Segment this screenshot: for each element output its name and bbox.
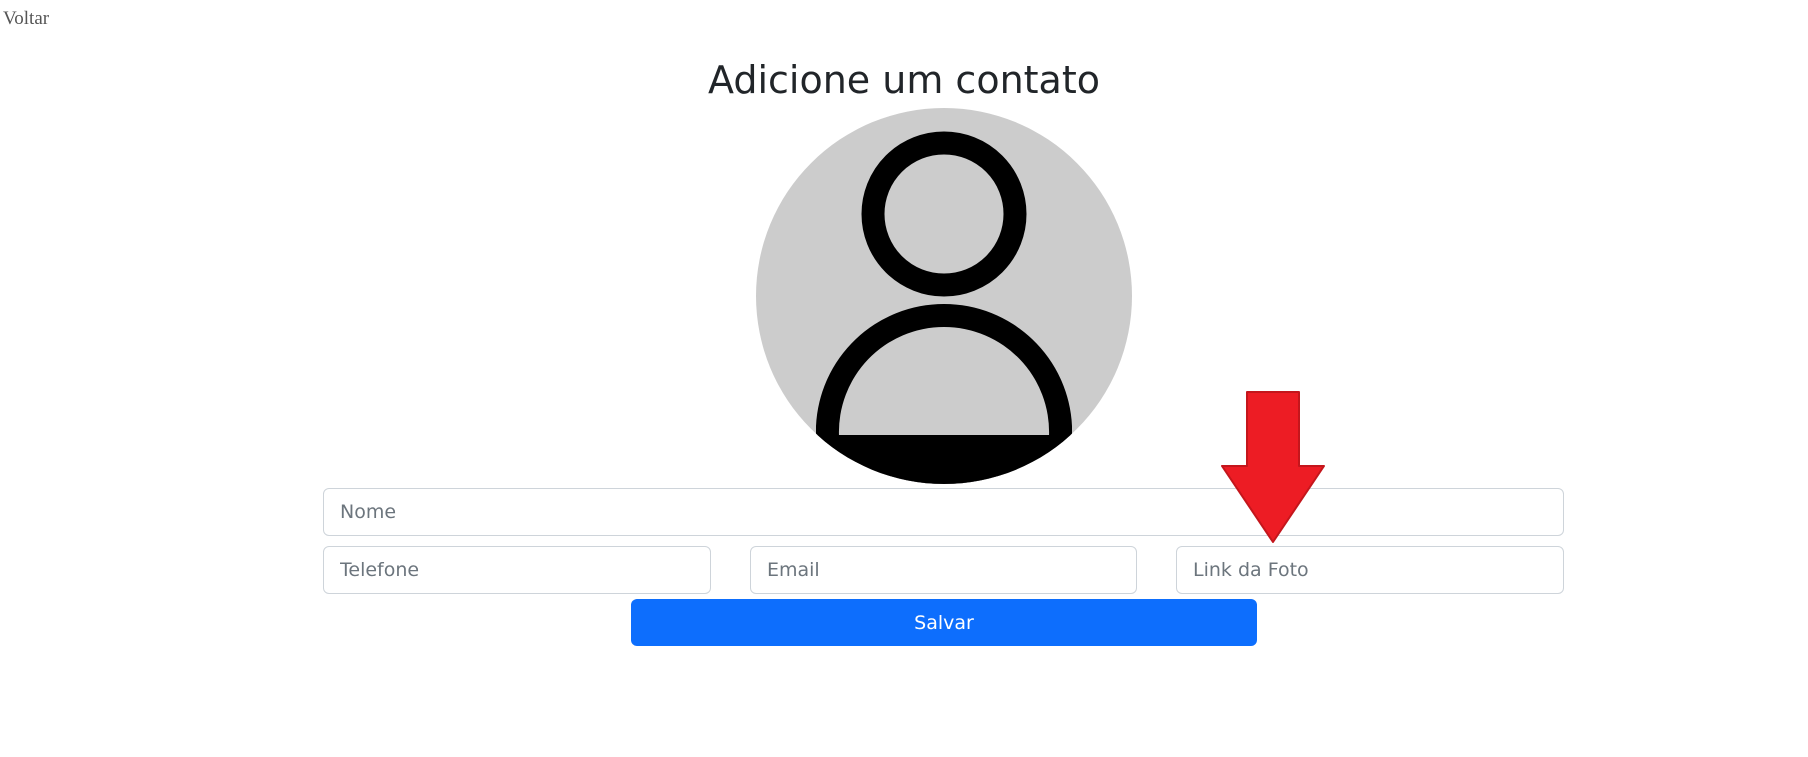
phone-input[interactable] (323, 546, 711, 594)
photo-link-input[interactable] (1176, 546, 1564, 594)
name-input[interactable] (323, 488, 1564, 536)
arrow-down-icon (1221, 391, 1325, 543)
avatar (756, 108, 1132, 484)
user-icon (796, 131, 1092, 484)
save-button[interactable]: Salvar (631, 599, 1257, 646)
page-title: Adicione um contato (708, 58, 1100, 102)
back-link[interactable]: Voltar (3, 8, 49, 30)
email-input[interactable] (750, 546, 1137, 594)
